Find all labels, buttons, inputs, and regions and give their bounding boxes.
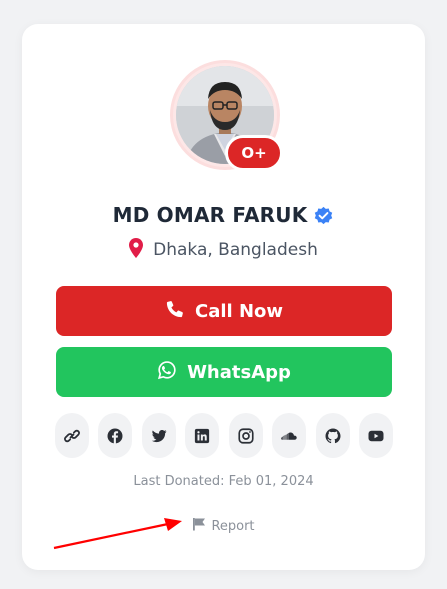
whatsapp-label: WhatsApp xyxy=(187,361,291,383)
social-links xyxy=(55,413,393,458)
report-label: Report xyxy=(211,518,255,534)
verified-badge-icon xyxy=(313,205,334,226)
soundcloud-icon xyxy=(281,432,297,440)
phone-icon xyxy=(165,299,185,324)
linkedin-icon xyxy=(195,428,210,443)
facebook-icon xyxy=(107,428,123,443)
whatsapp-button[interactable]: WhatsApp xyxy=(56,347,392,397)
location-text: Dhaka, Bangladesh xyxy=(153,240,318,260)
last-donated-text: Last Donated: Feb 01, 2024 xyxy=(133,474,314,489)
twitter-icon xyxy=(151,429,167,442)
blood-group-badge: O+ xyxy=(225,135,283,171)
instagram-icon xyxy=(238,427,254,444)
social-link-twitter[interactable] xyxy=(141,413,176,458)
flag-icon xyxy=(192,517,206,535)
call-now-label: Call Now xyxy=(194,300,284,322)
report-link[interactable]: Report xyxy=(22,517,425,535)
youtube-icon xyxy=(368,430,384,441)
whatsapp-icon xyxy=(157,360,177,385)
profile-name: MD OMAR FARUK xyxy=(112,203,308,227)
name-row: MD OMAR FARUK xyxy=(22,203,425,227)
social-link-soundcloud[interactable] xyxy=(272,413,307,458)
social-link-website[interactable] xyxy=(55,413,89,458)
link-icon xyxy=(64,429,80,442)
social-link-github[interactable] xyxy=(315,413,350,458)
social-link-youtube[interactable] xyxy=(358,413,393,458)
github-icon xyxy=(325,428,341,443)
social-link-instagram[interactable] xyxy=(228,413,263,458)
location-row: Dhaka, Bangladesh xyxy=(22,238,425,262)
map-pin-icon xyxy=(129,238,144,262)
social-link-linkedin[interactable] xyxy=(185,413,220,458)
social-link-facebook[interactable] xyxy=(98,413,133,458)
call-now-button[interactable]: Call Now xyxy=(56,286,392,336)
profile-card: O+ MD OMAR FARUK Dhaka, Bangladesh Call … xyxy=(22,24,425,570)
